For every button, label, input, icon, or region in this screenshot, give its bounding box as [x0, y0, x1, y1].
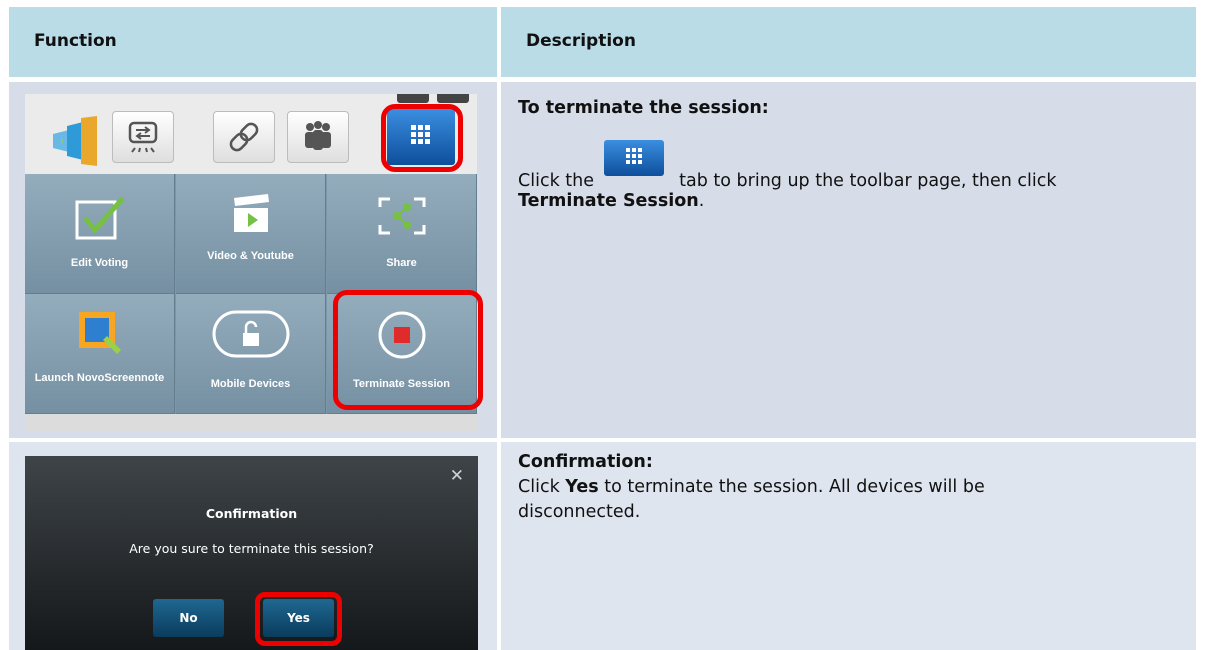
row1-line1: Click the tab to bring up the toolbar pa… [518, 140, 1057, 194]
row1-after-text: tab to bring up the toolbar page, then c… [679, 171, 1057, 191]
dialog-title: Confirmation [205, 506, 298, 521]
row1-title: To terminate the session: [518, 98, 769, 118]
table-row-2-description: Confirmation: Click Yes to terminate the… [501, 442, 1196, 650]
confirmation-dialog-screenshot: ✕ Confirmation Are you sure to terminate… [25, 456, 478, 650]
link-button[interactable] [213, 111, 275, 163]
table-header-function: Function [9, 7, 497, 77]
screen-switch-button[interactable] [112, 111, 174, 163]
highlight-terminate-tile [333, 290, 483, 410]
row1-end-text: . [698, 191, 705, 211]
row1-bold-text: Terminate Session [518, 191, 699, 211]
table-row-1-description: To terminate the session: Click the tab … [501, 82, 1196, 438]
close-icon [437, 94, 469, 103]
tile-mobile-devices[interactable]: Mobile Devices [176, 294, 326, 414]
dialog-message: Are you sure to terminate this session? [129, 541, 374, 556]
header-function-label: Function [34, 31, 117, 51]
inline-apps-icon [603, 140, 664, 176]
dialog-no-button[interactable]: No [153, 599, 224, 637]
tile-edit-voting[interactable]: Edit Voting [25, 174, 175, 294]
row1-click-text: Click the [518, 171, 594, 191]
header-description-label: Description [526, 31, 636, 51]
voting-check-icon [75, 196, 125, 240]
tile-mobile-label: Mobile Devices [210, 378, 291, 390]
video-clapper-icon [234, 194, 269, 232]
row2-text: Click Yes to terminate the session. All … [518, 475, 988, 525]
tile-launch-novoscreennote[interactable]: Launch NovoScreennote [25, 294, 175, 414]
row2-click-text: Click [518, 477, 560, 497]
unlock-icon [212, 310, 290, 358]
tile-video-label: Video & Youtube [207, 250, 294, 262]
share-icon [378, 197, 426, 235]
highlight-yes-button [255, 592, 342, 646]
minimize-icon [397, 94, 429, 103]
dialog-close-icon[interactable]: ✕ [450, 466, 464, 486]
tile-share[interactable]: Share [327, 174, 477, 294]
highlight-apps-button [381, 104, 463, 172]
toolbar-screenshot: Edit Voting Video & Youtube Share Launch… [25, 94, 483, 432]
row2-bold-text: Yes [565, 477, 599, 497]
row1-line2: Terminate Session. [518, 189, 704, 214]
tile-video-youtube[interactable]: Video & Youtube [176, 174, 326, 294]
tile-edit-voting-label: Edit Voting [70, 257, 129, 269]
screennote-icon [79, 312, 121, 354]
novo-logo-icon [39, 116, 99, 166]
tile-launch-label: Launch NovoScreennote [34, 372, 165, 384]
users-button[interactable] [287, 111, 349, 163]
table-header-description: Description [501, 7, 1196, 77]
row2-title: Confirmation: [518, 452, 653, 472]
tile-share-label: Share [386, 257, 417, 269]
